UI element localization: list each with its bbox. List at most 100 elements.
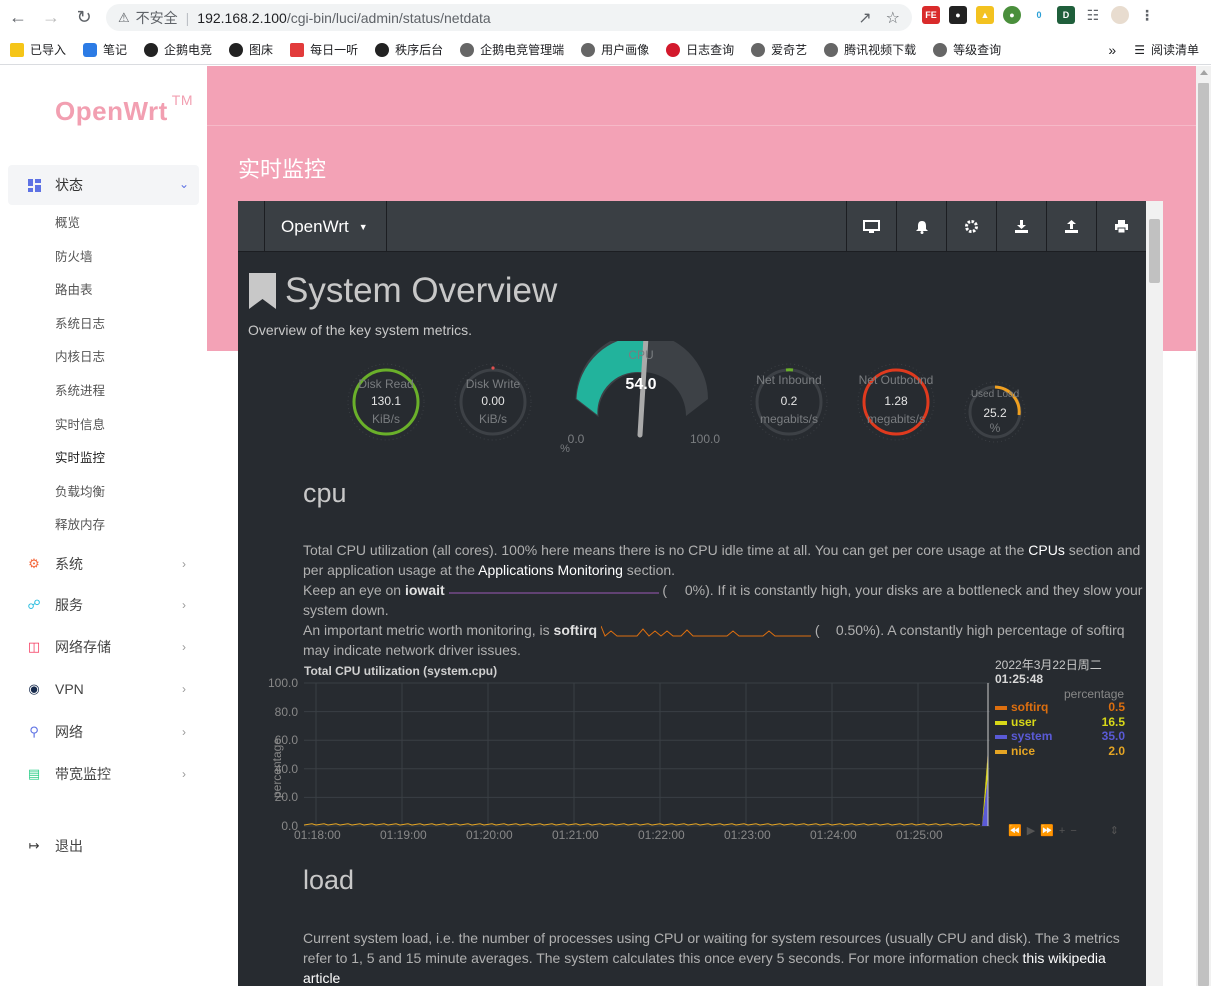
luci-page: OpenWrt TM 状态 ⌄ 概览 防火墙 路由表 系统日志 内核日志 系统进程… <box>0 66 1196 986</box>
reload-icon[interactable]: ↻ <box>69 3 99 33</box>
star-icon[interactable]: ☆ <box>886 8 900 28</box>
monitor-icon: ▤ <box>27 766 41 781</box>
bookmark-item[interactable]: 企鹅电竞 <box>144 41 212 58</box>
legend-swatch <box>995 749 1007 754</box>
bookmark-item[interactable]: 企鹅电竞管理端 <box>460 41 564 58</box>
bookmarks-more-icon[interactable]: » <box>1108 42 1116 58</box>
folder-icon <box>10 42 24 57</box>
cloud-icon <box>83 42 98 57</box>
page-title: 实时监控 <box>238 157 327 182</box>
chevron-right-icon: › <box>182 767 186 781</box>
puzzle-icon[interactable]: ☷ <box>1084 6 1102 24</box>
chart-nav-controls[interactable]: ⏪▶⏩+− ⇕ <box>1008 824 1124 837</box>
legend-value: 2.0 <box>1108 744 1125 759</box>
forward-icon[interactable]: → <box>36 3 66 33</box>
chevron-right-icon: › <box>182 640 186 654</box>
chevron-right-icon: › <box>182 598 186 612</box>
netdata-iframe: OpenWrt ▼ System Overview Overview of th… <box>238 201 1163 986</box>
legend-name: user <box>1011 714 1037 729</box>
submenu-item-overview[interactable]: 概览 <box>55 213 105 247</box>
resize-icon[interactable]: ⇕ <box>1110 825 1124 837</box>
sidebar-item-network[interactable]: ⚲ 网络 › <box>26 720 196 744</box>
legend-name: softirq <box>1011 700 1049 714</box>
legend-name: nice <box>1011 744 1036 759</box>
globe-icon <box>581 42 596 57</box>
chart-legend-timestamp: 2022年3月22日周二 01:25:48 <box>995 658 1102 686</box>
zoom-out-icon[interactable]: − <box>1070 825 1081 837</box>
openwrt-logo[interactable]: OpenWrt TM <box>55 92 193 127</box>
gear-icon: ⚙ <box>28 556 40 571</box>
music-icon <box>290 42 305 57</box>
load-description: Current system load, i.e. the number of … <box>303 930 1120 986</box>
bookmark-item[interactable]: 秩序后台 <box>375 41 443 58</box>
share-icon[interactable]: ↗ <box>858 8 871 28</box>
load-section-title: load <box>303 865 355 895</box>
bookmark-item[interactable]: 每日一听 <box>290 41 358 58</box>
sidebar-item-services[interactable]: ☍ 服务 › <box>26 593 196 617</box>
submenu-item-syslog[interactable]: 系统日志 <box>55 314 105 348</box>
services-icon: ☍ <box>27 597 41 612</box>
legend-item-system[interactable]: system 35.0 <box>995 729 1125 743</box>
bookmark-item[interactable]: 爱奇艺 <box>751 41 807 58</box>
submenu-item-realtime-info[interactable]: 实时信息 <box>55 415 105 449</box>
page-scrollbar[interactable] <box>1196 66 1211 986</box>
legend-item-user[interactable]: user 16.5 <box>995 715 1125 729</box>
penguin-icon <box>229 42 244 57</box>
submenu-item-kernel-log[interactable]: 内核日志 <box>55 347 105 381</box>
warning-icon: ⚠ <box>118 9 130 25</box>
sidebar-item-nas[interactable]: ◫ 网络存储 › <box>26 635 196 659</box>
cheetah-extension-icon[interactable]: ▲ <box>976 6 994 24</box>
bookmark-item[interactable]: 用户画像 <box>581 41 649 58</box>
zoom-in-icon[interactable]: + <box>1059 825 1070 837</box>
play-icon[interactable]: ▶ <box>1027 825 1040 837</box>
chevron-down-icon: ⌄ <box>178 177 189 191</box>
counter-extension-icon[interactable]: 0 <box>1030 6 1048 24</box>
globe-icon <box>824 42 839 57</box>
earth-extension-icon[interactable]: ● <box>1003 6 1021 24</box>
sitemap-icon: ⚲ <box>29 724 39 739</box>
sidebar-item-bandwidth[interactable]: ▤ 带宽监控 › <box>26 762 196 786</box>
reading-list-button[interactable]: 阅读清单 <box>1151 41 1199 58</box>
submenu-item-firewall[interactable]: 防火墙 <box>55 247 105 281</box>
submenu-item-processes[interactable]: 系统进程 <box>55 381 105 415</box>
legend-name: system <box>1011 729 1053 744</box>
legend-swatch <box>995 705 1007 710</box>
legend-value: 16.5 <box>1101 714 1125 729</box>
security-label: 不安全 <box>135 9 178 26</box>
sidebar-item-status[interactable]: 状态 ⌄ <box>8 165 199 205</box>
penguin-icon <box>144 42 159 57</box>
globe-icon: ◉ <box>28 681 40 696</box>
rewind-icon[interactable]: ⏪ <box>1008 825 1027 837</box>
chevron-right-icon: › <box>182 682 186 696</box>
bookmark-item[interactable]: 腾讯视频下载 <box>824 41 916 58</box>
submenu-item-realtime-monitor[interactable]: 实时监控 <box>55 448 105 482</box>
bookmark-item[interactable]: 已导入 <box>10 41 66 58</box>
iframe-scrollbar[interactable] <box>1146 201 1163 986</box>
browser-toolbar: ← → ↻ ⚠ 不安全 | 192.168.2.100/cgi-bin/luci… <box>0 0 1211 35</box>
bookmark-item[interactable]: 日志查询 <box>666 41 734 58</box>
legend-swatch <box>995 720 1007 725</box>
sidebar: OpenWrt TM 状态 ⌄ 概览 防火墙 路由表 系统日志 内核日志 系统进程… <box>0 66 207 986</box>
submenu-item-free-memory[interactable]: 释放内存 <box>55 515 105 549</box>
submenu-item-load-balance[interactable]: 负载均衡 <box>55 482 105 516</box>
p-logo-icon <box>666 42 681 57</box>
sidebar-item-system[interactable]: ⚙ 系统 › <box>26 552 196 576</box>
green-extension-icon[interactable]: D <box>1057 6 1075 24</box>
cpu-chart[interactable] <box>238 201 1146 986</box>
submenu-item-routes[interactable]: 路由表 <box>55 280 105 314</box>
reading-list-icon: ☰ <box>1134 42 1145 57</box>
menu-dots-icon[interactable]: ⋮ <box>1138 6 1156 24</box>
address-bar[interactable]: ⚠ 不安全 | 192.168.2.100/cgi-bin/luci/admin… <box>106 4 912 31</box>
sidebar-item-vpn[interactable]: ◉ VPN › <box>26 677 196 701</box>
forward-icon[interactable]: ⏩ <box>1040 825 1059 837</box>
legend-item-softirq[interactable]: softirq 0.5 <box>995 700 1125 714</box>
sidebar-item-logout[interactable]: ↦ 退出 <box>26 834 196 858</box>
back-icon[interactable]: ← <box>3 3 33 33</box>
bookmark-item[interactable]: 等级查询 <box>933 41 1001 58</box>
legend-item-nice[interactable]: nice 2.0 <box>995 744 1125 758</box>
fe-extension-icon[interactable]: FE <box>922 6 940 24</box>
mask-extension-icon[interactable]: ● <box>949 6 967 24</box>
bookmark-item[interactable]: 笔记 <box>83 41 127 58</box>
bookmark-item[interactable]: 图床 <box>229 41 273 58</box>
profile-avatar[interactable] <box>1111 6 1129 24</box>
